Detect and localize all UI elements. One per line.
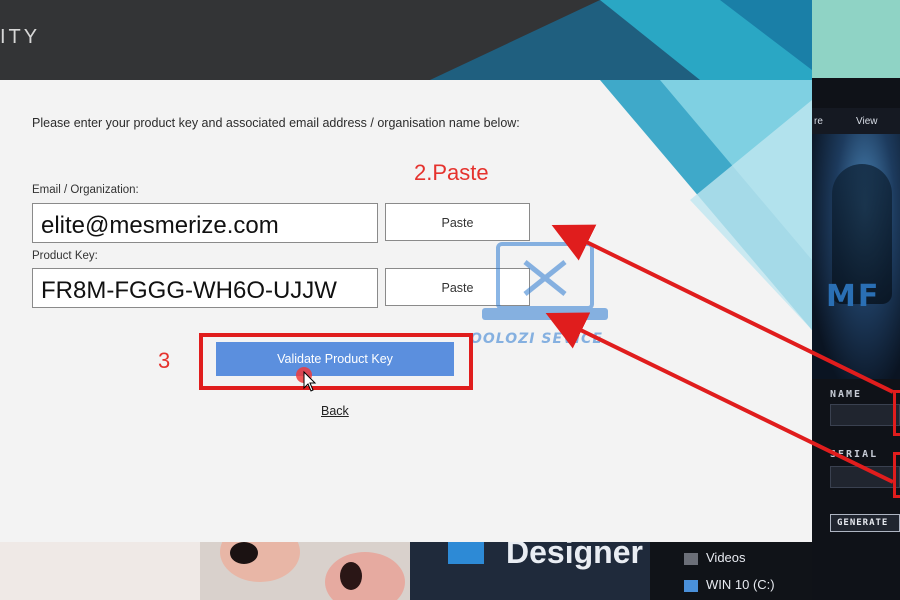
- arrow-to-key-paste: [545, 312, 894, 484]
- annotation-arrows: [303, 224, 894, 484]
- cursor-arrow-icon: [303, 370, 317, 392]
- arrow-to-email-paste: [551, 224, 894, 394]
